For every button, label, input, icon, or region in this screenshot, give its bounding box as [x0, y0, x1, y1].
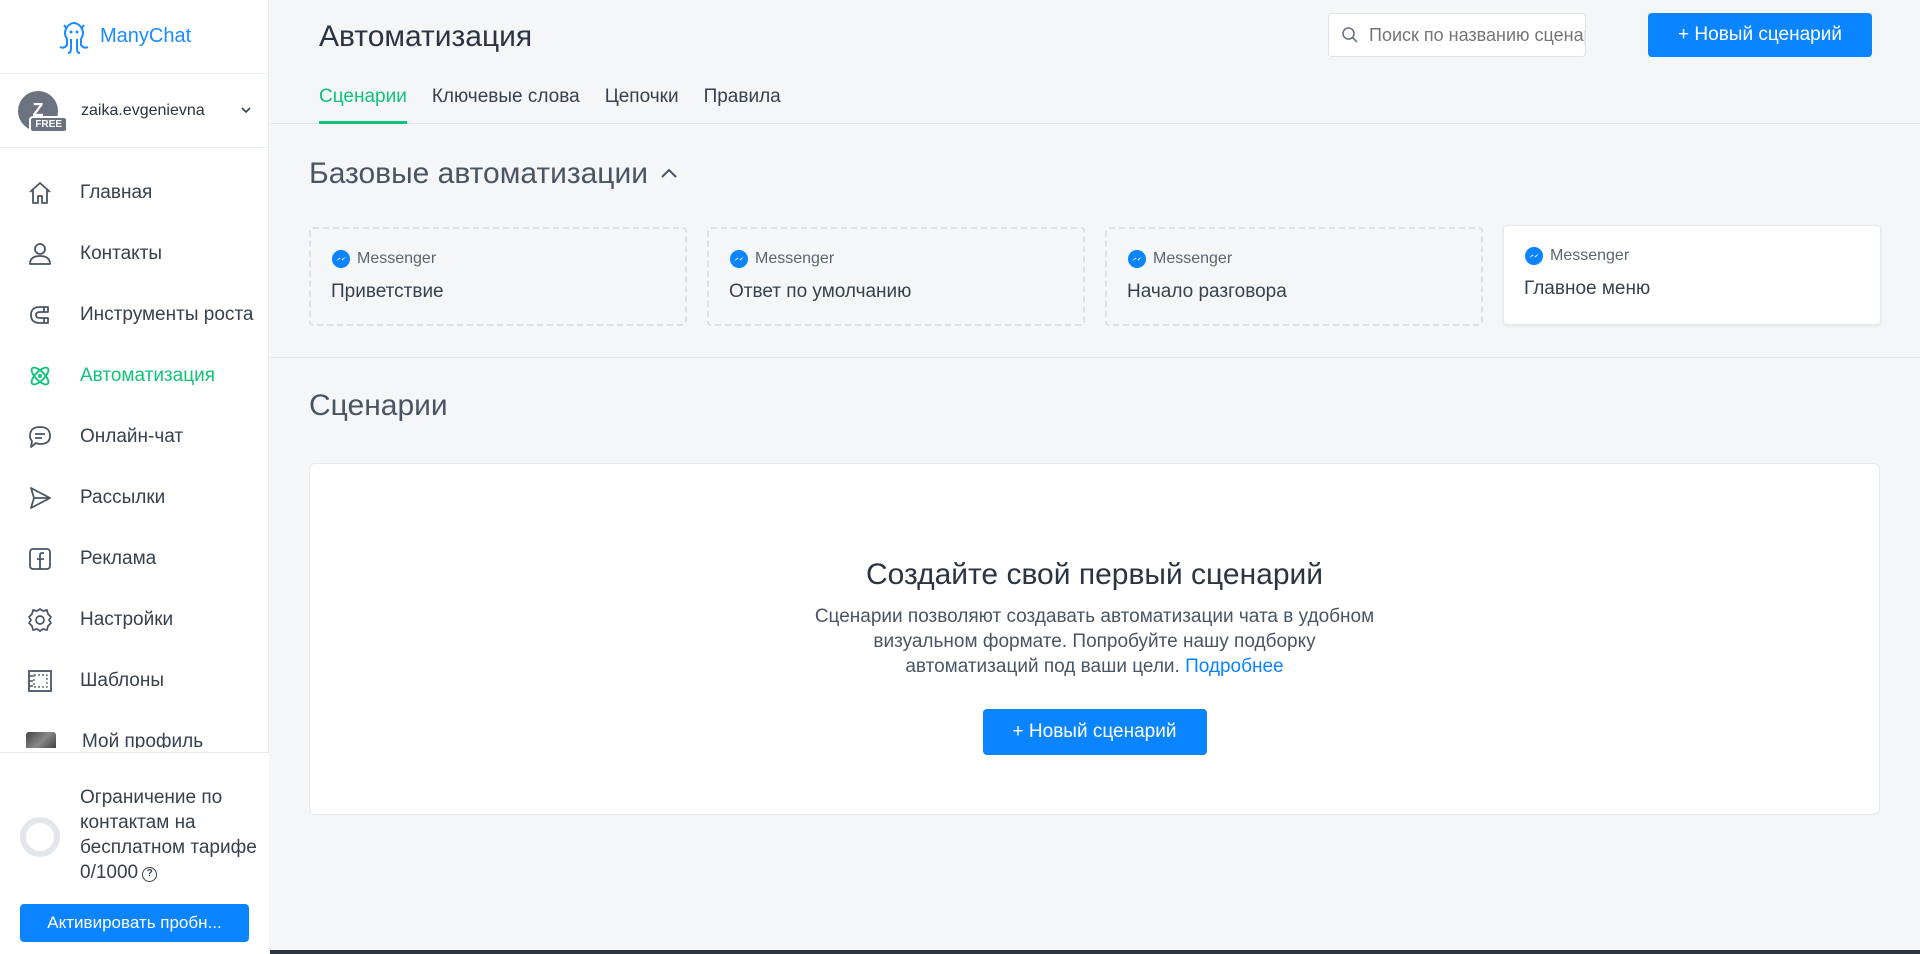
tab-scenarios[interactable]: Сценарии	[319, 84, 407, 124]
plan-badge: FREE	[29, 115, 68, 133]
empty-state-title: Создайте свой первый сценарий	[865, 558, 1324, 591]
card-title: Приветствие	[331, 281, 444, 302]
basic-automations-toggle[interactable]: Базовые автоматизации	[309, 157, 680, 191]
atom-icon	[30, 366, 50, 385]
sidebar-item-label: Автоматизация	[80, 364, 215, 386]
sidebar-item-label: Настройки	[80, 608, 174, 630]
automation-card-default-reply[interactable]: Messenger Ответ по умолчанию	[707, 227, 1085, 326]
sidebar-item-profile[interactable]: Мой профиль	[0, 711, 268, 748]
scenarios-empty-state: Создайте свой первый сценарий Сценарии п…	[309, 463, 1880, 815]
tab-rules[interactable]: Правила	[704, 84, 781, 124]
chat-icon	[29, 425, 51, 448]
sidebar-item-broadcasts[interactable]: Рассылки	[0, 467, 268, 528]
messenger-icon	[1525, 247, 1543, 265]
brand[interactable]: ManyChat	[0, 0, 268, 74]
automation-card-main-menu[interactable]: Messenger Главное меню	[1503, 225, 1881, 325]
activate-trial-button[interactable]: Активировать пробн...	[20, 904, 249, 942]
sidebar-item-live-chat[interactable]: Онлайн-чат	[0, 406, 268, 467]
scenarios-title: Сценарии	[309, 389, 448, 422]
search-box[interactable]	[1328, 13, 1586, 57]
sidebar-item-label: Онлайн-чат	[80, 425, 184, 447]
card-title: Начало разговора	[1127, 281, 1287, 302]
window-bottom-edge	[270, 950, 1920, 954]
sidebar-item-ads[interactable]: Реклама	[0, 528, 268, 589]
sidebar-item-label: Контакты	[80, 242, 163, 264]
limit-count: 0/1000	[80, 862, 139, 883]
sidebar-item-label: Рассылки	[80, 486, 166, 508]
automation-card-conversation-starters[interactable]: Messenger Начало разговора	[1105, 227, 1483, 326]
basic-automations: Базовые автоматизации Messenger Приветст…	[270, 125, 1920, 358]
empty-state-description: Сценарии позволяют создавать автоматизац…	[814, 606, 1375, 677]
section-title: Базовые автоматизации	[309, 157, 648, 190]
messenger-icon	[332, 250, 350, 268]
sidebar-item-contacts[interactable]: Контакты	[0, 223, 268, 284]
user-icon	[29, 242, 51, 265]
limit-progress-ring	[20, 817, 60, 857]
search-input[interactable]	[1369, 24, 1585, 46]
messenger-icon	[730, 250, 748, 268]
sidebar-item-home[interactable]: Главная	[0, 162, 268, 223]
sidebar-item-automation[interactable]: Автоматизация	[0, 345, 268, 406]
tab-sequences[interactable]: Цепочки	[605, 84, 679, 124]
channel-label: Messenger	[1550, 247, 1630, 264]
brand-name: ManyChat	[100, 25, 192, 47]
magnet-icon	[30, 305, 49, 324]
messenger-icon	[1128, 250, 1146, 268]
automation-card-welcome[interactable]: Messenger Приветствие	[309, 227, 687, 326]
card-title: Ответ по умолчанию	[729, 281, 912, 302]
sidebar-item-templates[interactable]: Шаблоны	[0, 650, 268, 711]
manychat-logo-icon	[59, 21, 89, 54]
empty-state-text: Сценарии позволяют создавать автоматизац…	[815, 604, 1375, 679]
facebook-icon	[29, 547, 51, 570]
page-title: Автоматизация	[319, 20, 533, 53]
sidebar-item-label: Реклама	[80, 547, 157, 569]
header: Автоматизация + Новый сценарий Сценарии …	[270, 0, 1920, 124]
card-title: Главное меню	[1524, 278, 1651, 299]
sidebar-item-label: Главная	[80, 181, 153, 203]
sidebar: ManyChat Z FREE zaika.evgenievna Главная…	[0, 0, 269, 954]
tabs: Сценарии Ключевые слова Цепочки Правила	[319, 84, 806, 124]
help-icon[interactable]: ?	[142, 867, 158, 882]
tab-keywords[interactable]: Ключевые слова	[432, 84, 580, 124]
channel-label: Messenger	[357, 250, 437, 267]
account-switcher[interactable]: Z FREE zaika.evgenievna	[0, 74, 268, 148]
sidebar-item-settings[interactable]: Настройки	[0, 589, 268, 650]
channel-label: Messenger	[755, 250, 835, 267]
gear-icon	[28, 607, 52, 632]
home-icon	[29, 181, 51, 204]
sidebar-item-label: Мой профиль	[82, 730, 204, 749]
learn-more-link[interactable]: Подробнее	[1185, 656, 1284, 677]
sidebar-item-label: Инструменты роста	[80, 303, 254, 325]
template-icon	[28, 669, 52, 692]
new-scenario-button-empty[interactable]: + Новый сценарий	[982, 709, 1207, 755]
profile-photo	[26, 731, 56, 748]
chevron-down-icon	[241, 107, 251, 114]
contact-limit: Ограничение по контактам на бесплатном т…	[0, 752, 269, 954]
automation-cards: Messenger Приветствие Messenger Ответ по…	[309, 225, 1901, 326]
limit-text: Ограничение по контактам на бесплатном т…	[80, 785, 269, 885]
sidebar-item-label: Шаблоны	[80, 669, 165, 691]
search-icon	[1342, 27, 1358, 43]
limit-description: Ограничение по контактам на бесплатном т…	[80, 787, 257, 858]
chevron-up-icon	[661, 168, 677, 178]
new-scenario-button[interactable]: + Новый сценарий	[1648, 13, 1872, 57]
send-icon	[30, 486, 51, 509]
account-username: zaika.evgenievna	[81, 101, 205, 119]
channel-label: Messenger	[1153, 250, 1233, 267]
sidebar-item-growth-tools[interactable]: Инструменты роста	[0, 284, 268, 345]
avatar: Z FREE	[18, 90, 68, 133]
sidebar-nav: Главная Контакты Инструменты роста Автом…	[0, 148, 268, 748]
